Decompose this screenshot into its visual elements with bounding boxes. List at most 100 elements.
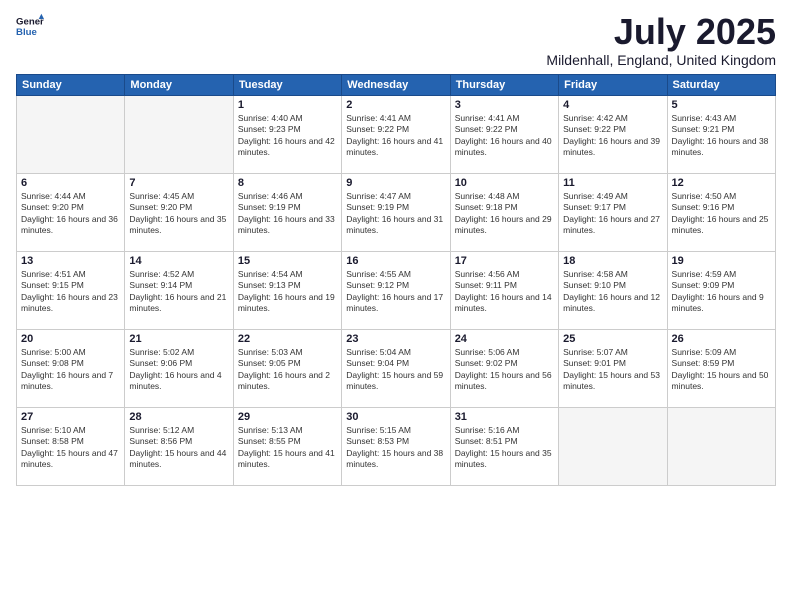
day-info: Sunrise: 4:41 AMSunset: 9:22 PMDaylight:… bbox=[346, 113, 445, 159]
day-number: 12 bbox=[672, 177, 771, 189]
sunset: Sunset: 9:06 PM bbox=[129, 358, 192, 368]
sunset: Sunset: 9:19 PM bbox=[238, 202, 301, 212]
sunset: Sunset: 9:21 PM bbox=[672, 124, 735, 134]
calendar-week-3: 13Sunrise: 4:51 AMSunset: 9:15 PMDayligh… bbox=[17, 251, 776, 329]
daylight: Daylight: 16 hours and 27 minutes. bbox=[563, 214, 660, 235]
calendar-cell: 11Sunrise: 4:49 AMSunset: 9:17 PMDayligh… bbox=[559, 173, 667, 251]
day-info: Sunrise: 5:13 AMSunset: 8:55 PMDaylight:… bbox=[238, 425, 337, 471]
sunset: Sunset: 9:04 PM bbox=[346, 358, 409, 368]
calendar-cell: 21Sunrise: 5:02 AMSunset: 9:06 PMDayligh… bbox=[125, 329, 233, 407]
day-number: 16 bbox=[346, 255, 445, 267]
header-wednesday: Wednesday bbox=[342, 74, 450, 95]
calendar-cell bbox=[559, 407, 667, 485]
sunrise: Sunrise: 4:59 AM bbox=[672, 269, 737, 279]
logo: General Blue bbox=[16, 12, 44, 40]
day-number: 3 bbox=[455, 99, 554, 111]
svg-text:Blue: Blue bbox=[16, 27, 37, 38]
day-info: Sunrise: 4:41 AMSunset: 9:22 PMDaylight:… bbox=[455, 113, 554, 159]
header-sunday: Sunday bbox=[17, 74, 125, 95]
day-info: Sunrise: 5:03 AMSunset: 9:05 PMDaylight:… bbox=[238, 347, 337, 393]
day-info: Sunrise: 4:40 AMSunset: 9:23 PMDaylight:… bbox=[238, 113, 337, 159]
sunrise: Sunrise: 4:40 AM bbox=[238, 113, 303, 123]
sunrise: Sunrise: 4:48 AM bbox=[455, 191, 520, 201]
day-info: Sunrise: 5:04 AMSunset: 9:04 PMDaylight:… bbox=[346, 347, 445, 393]
sunset: Sunset: 9:16 PM bbox=[672, 202, 735, 212]
calendar-cell: 31Sunrise: 5:16 AMSunset: 8:51 PMDayligh… bbox=[450, 407, 558, 485]
calendar-cell: 1Sunrise: 4:40 AMSunset: 9:23 PMDaylight… bbox=[233, 95, 341, 173]
sunrise: Sunrise: 4:56 AM bbox=[455, 269, 520, 279]
day-number: 29 bbox=[238, 411, 337, 423]
calendar-cell: 16 Sunrise: 4:55 AMSunset: 9:12 PMDayligh… bbox=[342, 251, 450, 329]
day-info: Sunrise: 4:45 AMSunset: 9:20 PMDaylight:… bbox=[129, 191, 228, 237]
day-info: Sunrise: 5:00 AMSunset: 9:08 PMDaylight:… bbox=[21, 347, 120, 393]
sunset: Sunset: 9:08 PM bbox=[21, 358, 84, 368]
day-number: 15 bbox=[238, 255, 337, 267]
sunrise: Sunrise: 5:10 AM bbox=[21, 425, 86, 435]
daylight: Daylight: 16 hours and 21 minutes. bbox=[129, 292, 226, 313]
calendar-cell: 17Sunrise: 4:56 AMSunset: 9:11 PMDayligh… bbox=[450, 251, 558, 329]
calendar-week-2: 6Sunrise: 4:44 AMSunset: 9:20 PMDaylight… bbox=[17, 173, 776, 251]
calendar-cell: 18Sunrise: 4:58 AMSunset: 9:10 PMDayligh… bbox=[559, 251, 667, 329]
daylight: Daylight: 16 hours and 42 minutes. bbox=[238, 136, 335, 157]
daylight: Daylight: 16 hours and 29 minutes. bbox=[455, 214, 552, 235]
daylight: Daylight: 16 hours and 17 minutes. bbox=[346, 292, 443, 313]
daylight: Daylight: 16 hours and 31 minutes. bbox=[346, 214, 443, 235]
sunset: Sunset: 9:22 PM bbox=[455, 124, 518, 134]
day-number: 8 bbox=[238, 177, 337, 189]
main-title: July 2025 bbox=[546, 12, 776, 52]
day-number: 20 bbox=[21, 333, 120, 345]
sunset: Sunset: 9:18 PM bbox=[455, 202, 518, 212]
subtitle: Mildenhall, England, United Kingdom bbox=[546, 52, 776, 68]
calendar-cell: 7Sunrise: 4:45 AMSunset: 9:20 PMDaylight… bbox=[125, 173, 233, 251]
sunset: Sunset: 9:10 PM bbox=[563, 280, 626, 290]
day-info: Sunrise: 4:48 AMSunset: 9:18 PM Daylight:… bbox=[455, 191, 554, 237]
day-number: 5 bbox=[672, 99, 771, 111]
calendar-cell: 28Sunrise: 5:12 AMSunset: 8:56 PMDayligh… bbox=[125, 407, 233, 485]
header: General Blue July 2025 Mildenhall, Engla… bbox=[16, 12, 776, 68]
sunset: Sunset: 8:55 PM bbox=[238, 436, 301, 446]
calendar-cell: 15Sunrise: 4:54 AMSunset: 9:13 PMDayligh… bbox=[233, 251, 341, 329]
calendar-week-4: 20 Sunrise: 5:00 AMSunset: 9:08 PMDayligh… bbox=[17, 329, 776, 407]
calendar-cell: 30Sunrise: 5:15 AMSunset: 8:53 PMDayligh… bbox=[342, 407, 450, 485]
page: General Blue July 2025 Mildenhall, Engla… bbox=[0, 0, 792, 612]
sunrise: Sunrise: 5:07 AM bbox=[563, 347, 628, 357]
sunset: Sunset: 8:59 PM bbox=[672, 358, 735, 368]
calendar-cell: 2Sunrise: 4:41 AMSunset: 9:22 PMDaylight… bbox=[342, 95, 450, 173]
calendar-cell: 26 Sunrise: 5:09 AMSunset: 8:59 PMDayligh… bbox=[667, 329, 775, 407]
daylight: Daylight: 16 hours and 40 minutes. bbox=[455, 136, 552, 157]
sunset: Sunset: 9:02 PM bbox=[455, 358, 518, 368]
sunrise: Sunrise: 5:03 AM bbox=[238, 347, 303, 357]
daylight: Daylight: 15 hours and 47 minutes. bbox=[21, 448, 118, 469]
day-number: 27 bbox=[21, 411, 120, 423]
day-info: Sunrise: 5:09 AMSunset: 8:59 PMDaylight:… bbox=[672, 347, 771, 393]
sunrise: Sunrise: 4:45 AM bbox=[129, 191, 194, 201]
header-tuesday: Tuesday bbox=[233, 74, 341, 95]
day-number: 23 bbox=[346, 333, 445, 345]
daylight: Daylight: 16 hours and 25 minutes. bbox=[672, 214, 769, 235]
sunset: Sunset: 9:15 PM bbox=[21, 280, 84, 290]
logo-icon: General Blue bbox=[16, 12, 44, 40]
daylight: Daylight: 16 hours and 9 minutes. bbox=[672, 292, 764, 313]
day-number: 26 bbox=[672, 333, 771, 345]
sunrise: Sunrise: 5:12 AM bbox=[129, 425, 194, 435]
calendar-cell: 3 Sunrise: 4:41 AMSunset: 9:22 PMDaylight… bbox=[450, 95, 558, 173]
calendar: Sunday Monday Tuesday Wednesday Thursday… bbox=[16, 74, 776, 486]
day-info: Sunrise: 4:58 AMSunset: 9:10 PMDaylight:… bbox=[563, 269, 662, 315]
daylight: Daylight: 16 hours and 38 minutes. bbox=[672, 136, 769, 157]
daylight: Daylight: 16 hours and 14 minutes. bbox=[455, 292, 552, 313]
day-number: 19 bbox=[672, 255, 771, 267]
calendar-cell: 13Sunrise: 4:51 AMSunset: 9:15 PMDayligh… bbox=[17, 251, 125, 329]
sunrise: Sunrise: 5:04 AM bbox=[346, 347, 411, 357]
sunrise: Sunrise: 4:50 AM bbox=[672, 191, 737, 201]
sunrise: Sunrise: 5:02 AM bbox=[129, 347, 194, 357]
day-number: 28 bbox=[129, 411, 228, 423]
calendar-cell: 27Sunrise: 5:10 AMSunset: 8:58 PMDayligh… bbox=[17, 407, 125, 485]
sunrise: Sunrise: 5:00 AM bbox=[21, 347, 86, 357]
sunrise: Sunrise: 4:58 AM bbox=[563, 269, 628, 279]
sunset: Sunset: 9:19 PM bbox=[346, 202, 409, 212]
sunrise: Sunrise: 5:09 AM bbox=[672, 347, 737, 357]
sunrise: Sunrise: 4:43 AM bbox=[672, 113, 737, 123]
calendar-cell: 24Sunrise: 5:06 AMSunset: 9:02 PMDayligh… bbox=[450, 329, 558, 407]
day-info: Sunrise: 4:55 AMSunset: 9:12 PMDaylight:… bbox=[346, 269, 445, 315]
daylight: Daylight: 16 hours and 23 minutes. bbox=[21, 292, 118, 313]
